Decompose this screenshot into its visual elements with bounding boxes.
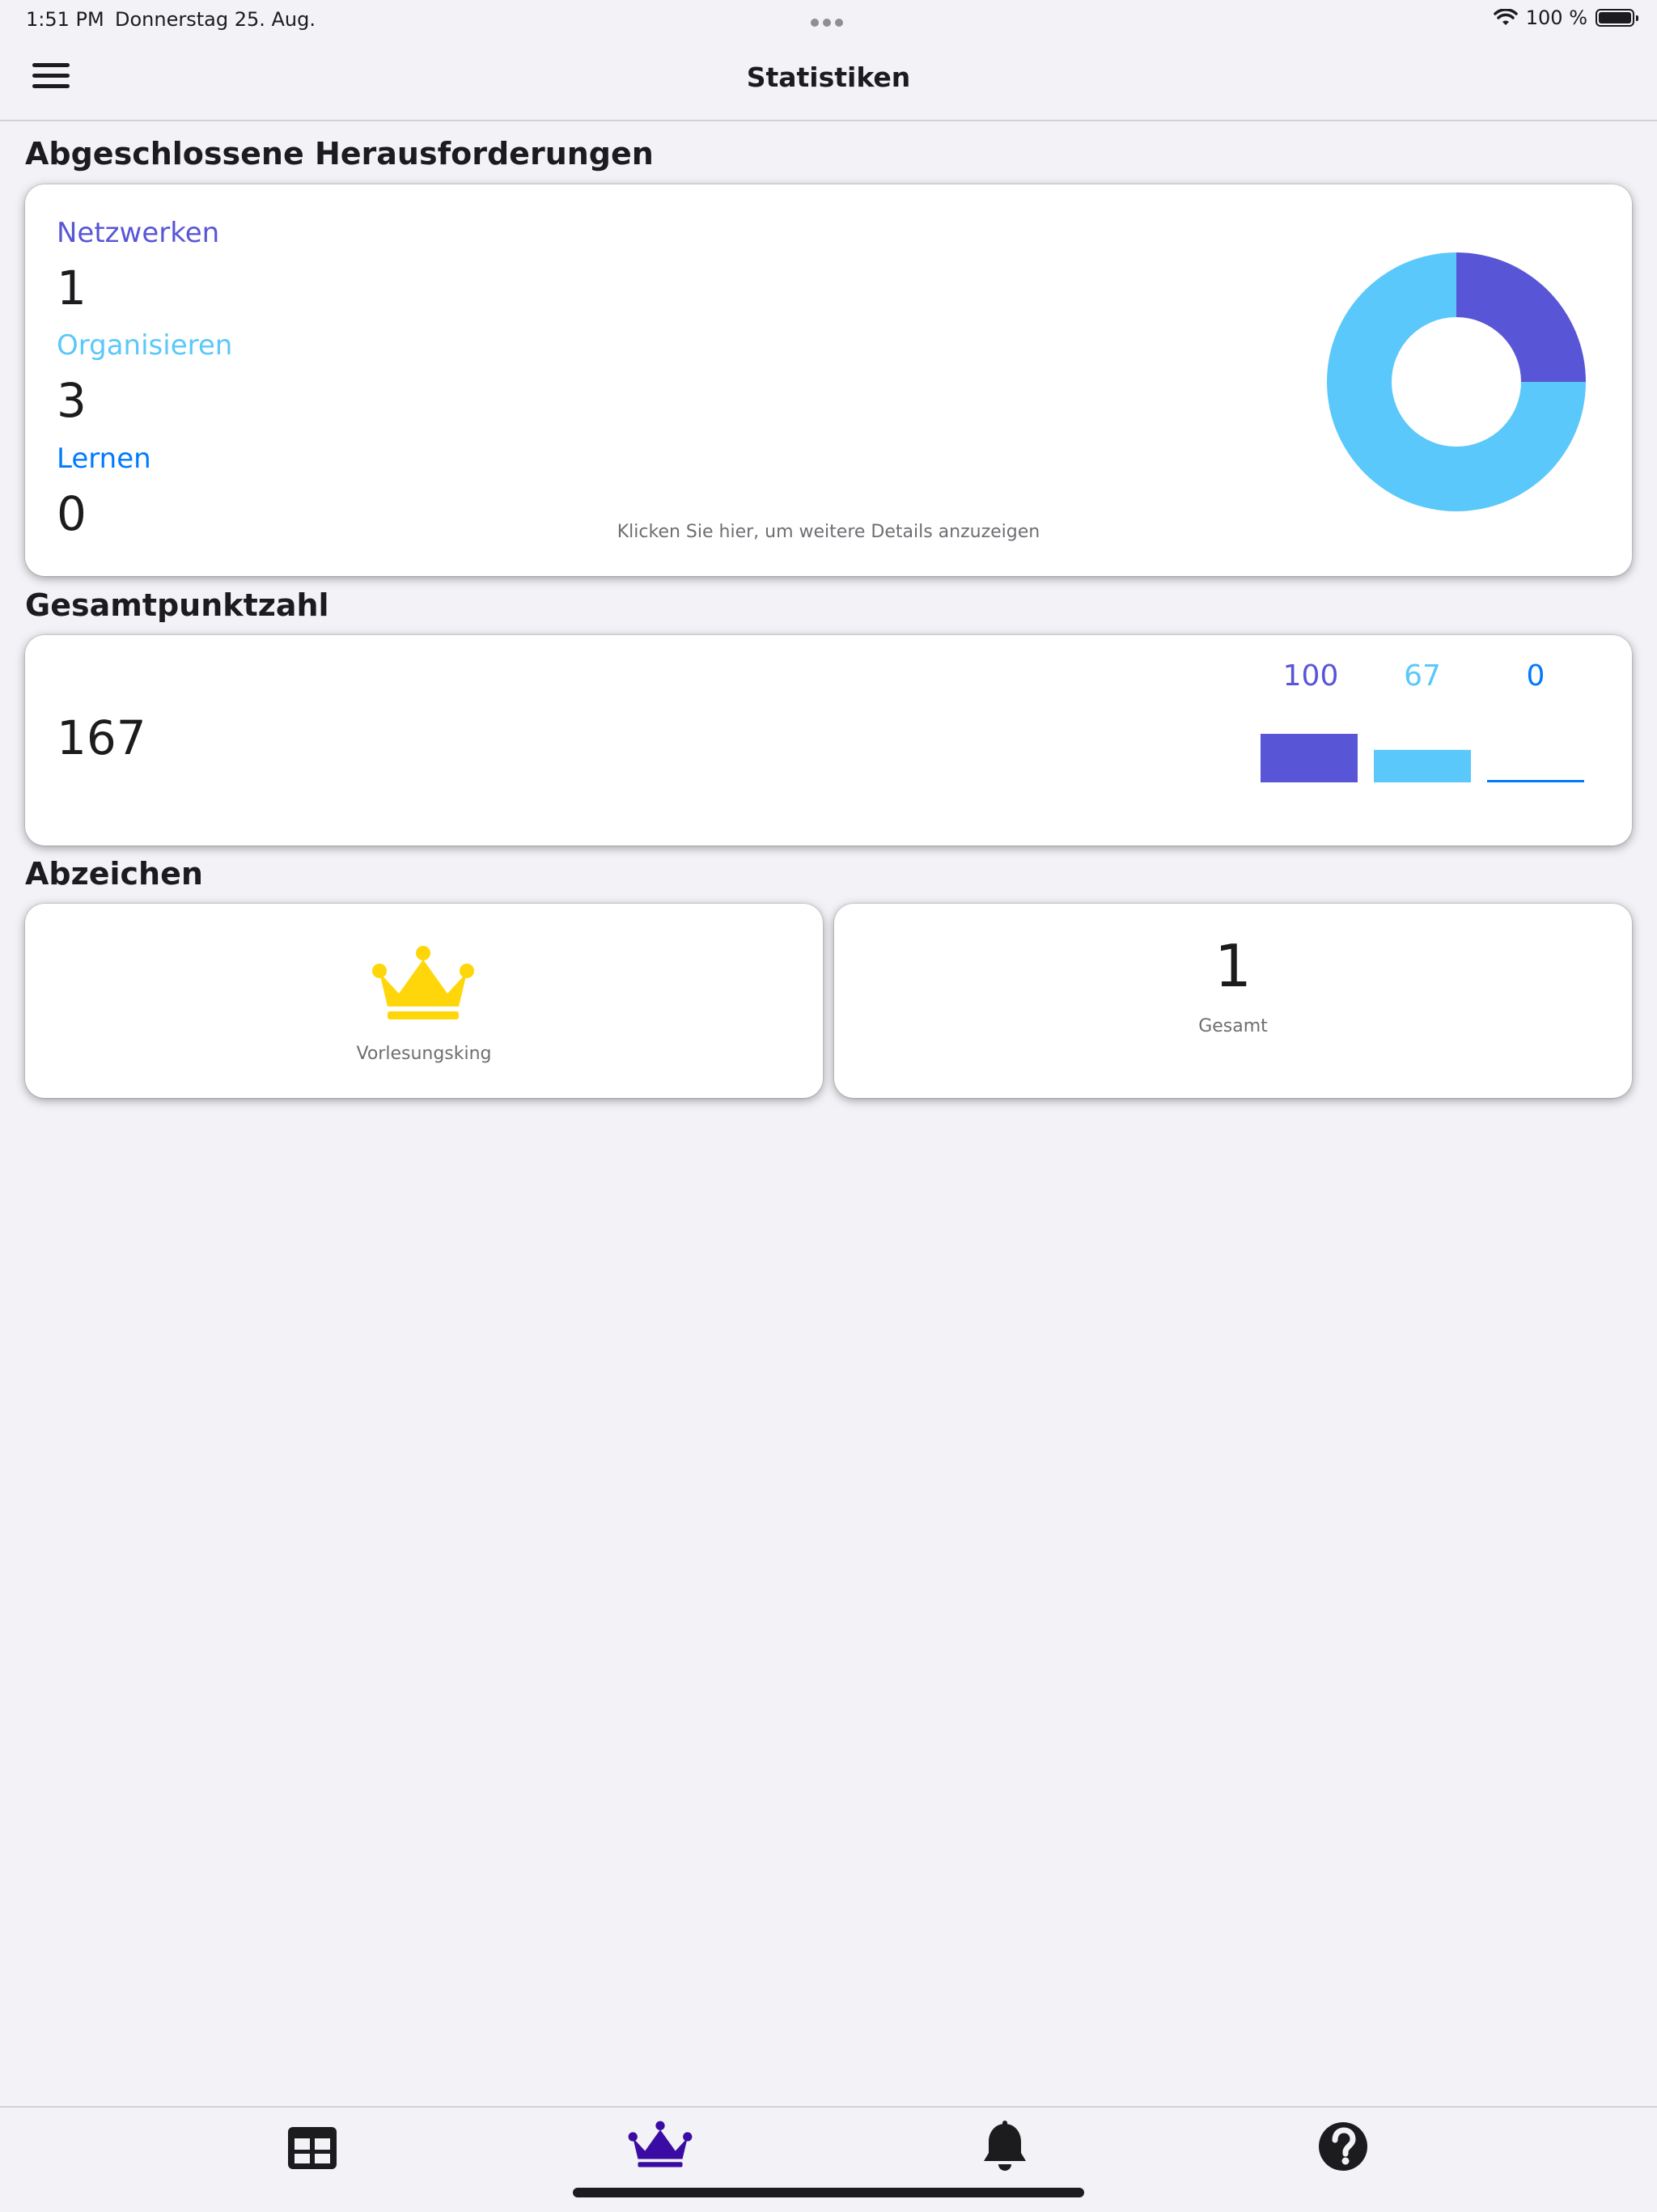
badge-name: Vorlesungsking — [356, 1044, 492, 1064]
home-indicator — [573, 2188, 1084, 2197]
bar-lernen — [1487, 780, 1584, 782]
bar-organisieren — [1374, 749, 1471, 782]
crown-icon — [372, 946, 474, 1019]
challenges-donut-chart[interactable] — [1322, 248, 1591, 516]
status-time: 1:51 PM — [26, 8, 104, 31]
total-score: 167 — [57, 710, 146, 765]
bar-label-netzwerken: 100 — [1282, 659, 1339, 693]
score-bar-chart — [1261, 734, 1584, 782]
multitasking-dots-icon[interactable] — [811, 15, 847, 30]
bar-label-organisieren: 67 — [1404, 659, 1441, 693]
netzwerken-value: 1 — [57, 261, 87, 316]
grid-icon — [288, 2127, 337, 2169]
badge-count: 1 — [1214, 932, 1252, 1000]
donut-slice-netzwerken — [1456, 252, 1586, 382]
bar-netzwerken — [1261, 734, 1358, 782]
tab-help[interactable] — [1311, 2118, 1375, 2175]
netzwerken-label: Netzwerken — [57, 217, 220, 249]
battery-percent: 100 % — [1525, 6, 1587, 29]
tab-statistics[interactable] — [628, 2117, 693, 2173]
wifi-icon — [1494, 9, 1518, 25]
status-right: 100 % — [1494, 6, 1638, 29]
bell-icon — [984, 2121, 1026, 2171]
page-title: Statistiken — [746, 61, 911, 93]
lernen-label: Lernen — [57, 443, 151, 475]
battery-icon — [1596, 9, 1638, 27]
tab-dashboard[interactable] — [280, 2120, 345, 2176]
badge-count-label: Gesamt — [1198, 1016, 1268, 1036]
details-hint[interactable]: Klicken Sie hier, um weitere Details anz… — [0, 522, 1657, 542]
badges-section-title: Abzeichen — [25, 856, 203, 892]
status-date: Donnerstag 25. Aug. — [115, 8, 316, 31]
crown-icon — [628, 2121, 693, 2168]
challenges-section-title: Abgeschlossene Herausforderungen — [25, 136, 654, 172]
score-section-title: Gesamtpunktzahl — [25, 587, 329, 623]
help-icon — [1319, 2122, 1367, 2171]
organisieren-value: 3 — [57, 373, 87, 428]
bar-label-lernen: 0 — [1526, 659, 1545, 693]
organisieren-label: Organisieren — [57, 329, 233, 362]
tab-notifications[interactable] — [973, 2118, 1037, 2175]
